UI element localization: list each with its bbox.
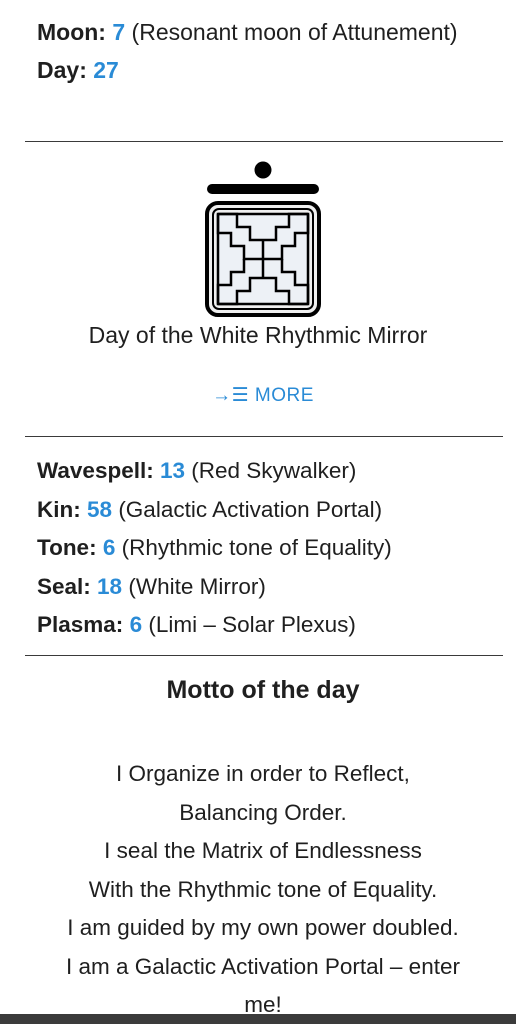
stat-number: 13	[159, 458, 186, 483]
motto-line: Balancing Order.	[179, 799, 347, 825]
motto-line: With the Rhythmic tone of Equality.	[88, 876, 438, 902]
more-button[interactable]: →☰ MORE	[0, 384, 516, 407]
day-label: Day:	[37, 56, 87, 83]
motto-line: I seal the Matrix of Endlessness	[104, 838, 422, 863]
stat-row-plasma: Plasma: 6 (Limi – Solar Plexus)	[37, 606, 507, 645]
motto-heading: Motto of the day	[166, 676, 360, 704]
divider	[25, 655, 503, 656]
stat-number: 58	[87, 496, 113, 522]
stat-row-seal: Seal: 18 (White Mirror)	[37, 568, 507, 607]
stat-row-kin: Kin: 58 (Galactic Activation Portal)	[37, 491, 507, 530]
stat-label: Tone:	[37, 535, 97, 560]
mirror-seal-icon	[205, 201, 321, 317]
stat-row-tone: Tone: 6 (Rhythmic tone of Equality)	[37, 529, 507, 568]
motto-line: I Organize in order to Reflect,	[116, 761, 410, 786]
stat-row-wavespell: Wavespell: 13 (Red Skywalker)	[37, 452, 507, 491]
stat-description: (White Mirror)	[128, 573, 266, 599]
tone-dot-bar-icon	[207, 161, 319, 194]
more-button-label: MORE	[254, 385, 314, 406]
stat-label: Wavespell:	[37, 458, 154, 483]
divider	[25, 436, 503, 437]
moon-label: Moon:	[37, 19, 106, 45]
moon-number: 7	[112, 19, 126, 45]
more-arrow-list-icon: →☰	[212, 385, 250, 406]
day-row: Day: 27	[37, 52, 497, 90]
motto-line: I am guided by my own power doubled.	[67, 915, 459, 940]
stat-label: Seal:	[37, 573, 91, 599]
stat-description: (Red Skywalker)	[191, 458, 357, 483]
motto-line: I am a Galactic Activation Portal – ente…	[66, 953, 460, 979]
moon-day-info: Moon: 7 (Resonant moon of Attunement) Da…	[37, 14, 497, 89]
moon-description: (Resonant moon of Attunement)	[131, 19, 458, 45]
bottom-system-bar	[0, 1014, 516, 1024]
stat-description: (Limi – Solar Plexus)	[148, 612, 356, 637]
stat-number: 18	[97, 573, 123, 599]
day-number: 27	[93, 56, 119, 83]
divider	[25, 141, 503, 142]
stat-description: (Galactic Activation Portal)	[118, 496, 383, 522]
white-mirror-glyph-icon	[205, 161, 321, 317]
moon-row: Moon: 7 (Resonant moon of Attunement)	[37, 14, 497, 52]
kin-stats-list: Wavespell: 13 (Red Skywalker) Kin: 58 (G…	[37, 452, 507, 645]
stat-number: 6	[129, 612, 143, 637]
motto-text: I Organize in order to Reflect, Balancin…	[0, 755, 516, 1025]
stat-number: 6	[102, 535, 116, 560]
seal-title: Day of the White Rhythmic Mirror	[88, 322, 428, 348]
stat-label: Kin:	[37, 496, 81, 522]
stat-description: (Rhythmic tone of Equality)	[121, 535, 392, 560]
stat-label: Plasma:	[37, 612, 124, 637]
